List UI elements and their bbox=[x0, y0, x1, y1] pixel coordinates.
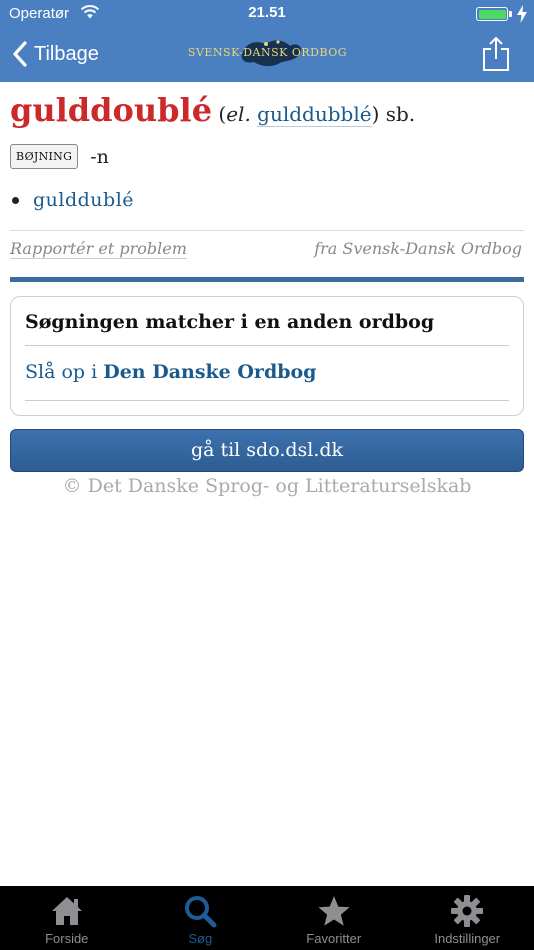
inflection-form: -n bbox=[90, 145, 109, 168]
paren-open: ( bbox=[212, 102, 227, 126]
headword-line: gulddoublé (el. gulddubblé) sb. bbox=[10, 92, 524, 132]
divider bbox=[10, 230, 524, 231]
inflection-line: BØJNING -n bbox=[10, 144, 524, 169]
report-problem-link[interactable]: Rapportér et problem bbox=[10, 239, 187, 259]
other-dictionary-panel: Søgningen matcher i en anden ordbog Slå … bbox=[10, 296, 524, 416]
divider bbox=[25, 400, 509, 401]
search-icon bbox=[185, 896, 217, 928]
lookup-prefix: Slå op i bbox=[25, 361, 104, 383]
lookup-other-dictionary-link[interactable]: Slå op i Den Danske Ordbog bbox=[25, 361, 316, 383]
status-bar: Operatør 21.51 bbox=[0, 0, 534, 28]
bullet-icon bbox=[12, 196, 19, 204]
star-icon bbox=[318, 896, 350, 926]
dictionary-name: Den Danske Ordbog bbox=[103, 361, 317, 383]
app-logo: SVENSK-DANSK ORDBOG bbox=[180, 36, 355, 72]
chevron-left-icon bbox=[13, 41, 27, 67]
back-button[interactable]: Tilbage bbox=[12, 36, 99, 72]
tab-forside[interactable]: Forside bbox=[0, 886, 134, 950]
headword: gulddoublé bbox=[10, 91, 213, 129]
source-label: fra Svensk-Dansk Ordbog bbox=[314, 239, 522, 258]
copyright-text: © Det Danske Sprog- og Litteraturselskab bbox=[62, 475, 472, 497]
charging-bolt-icon bbox=[517, 5, 527, 23]
gear-icon bbox=[451, 895, 484, 927]
clock: 21.51 bbox=[248, 4, 286, 21]
panel-title: Søgningen matcher i en anden ordbog bbox=[25, 311, 435, 333]
tab-favoritter[interactable]: Favoritter bbox=[267, 886, 401, 950]
goto-website-button[interactable]: gå til sdo.dsl.dk bbox=[10, 429, 524, 472]
back-label: Tilbage bbox=[34, 42, 99, 65]
alt-prefix: el. bbox=[226, 102, 251, 126]
tab-label: Forside bbox=[45, 931, 89, 946]
tab-indstillinger[interactable]: Indstillinger bbox=[401, 886, 534, 950]
dictionary-entry: gulddoublé (el. gulddubblé) sb. BØJNING … bbox=[10, 92, 524, 211]
battery-cap bbox=[509, 11, 512, 17]
house-icon bbox=[51, 897, 82, 925]
list-item: gulddublé bbox=[10, 189, 524, 211]
divider bbox=[25, 345, 509, 346]
logo-text: SVENSK-DANSK ORDBOG bbox=[187, 46, 348, 59]
paren-close: ) sb. bbox=[371, 102, 416, 126]
accent-divider bbox=[10, 277, 524, 282]
tab-label: Indstillinger bbox=[434, 931, 501, 946]
content-area: gulddoublé (el. gulddubblé) sb. BØJNING … bbox=[0, 82, 534, 886]
share-icon[interactable] bbox=[482, 36, 510, 72]
variant-link[interactable]: gulddublé bbox=[33, 189, 134, 211]
inflection-button[interactable]: BØJNING bbox=[10, 144, 79, 169]
variant-list: gulddublé bbox=[10, 189, 524, 211]
battery-icon bbox=[476, 7, 508, 21]
tab-label: Favoritter bbox=[306, 931, 362, 946]
alt-spelling-link[interactable]: gulddubblé bbox=[257, 102, 372, 127]
header: Operatør 21.51 Tilbage SVENSK-DANSK ORDB… bbox=[0, 0, 534, 82]
tab-label: Søg bbox=[188, 931, 213, 946]
tab-sog[interactable]: Søg bbox=[134, 886, 268, 950]
tab-bar: Forside Søg Favoritter Indstillinger bbox=[0, 886, 534, 950]
